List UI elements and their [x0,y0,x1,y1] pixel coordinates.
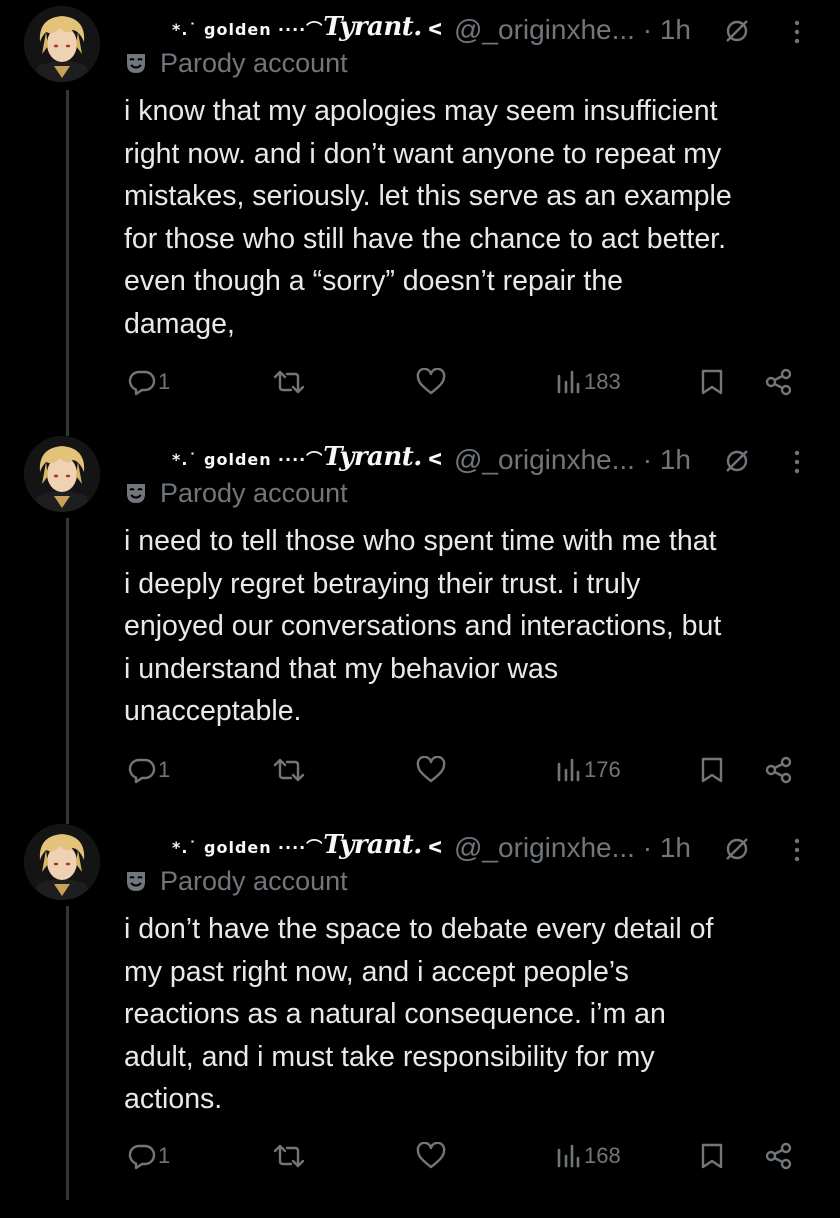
share-button[interactable] [764,362,794,402]
share-icon [765,368,792,396]
handle-time: @_originxhe... · 1h [454,444,692,475]
handle[interactable]: @_originxhe... [454,444,635,475]
retweet-icon [273,370,305,394]
views-button[interactable]: 183 [556,362,621,402]
display-name[interactable]: *.˙ golden ····⌒Tyrant. ᐸ [172,442,443,472]
bookmark-button[interactable] [700,750,724,790]
like-button[interactable] [416,362,446,402]
bookmark-button[interactable] [700,1136,724,1176]
bookmark-icon [701,757,723,783]
timestamp[interactable]: 1h [660,14,691,45]
tweet-text: i don’t have the space to debate every d… [124,913,714,1115]
parody-mask-icon [127,872,145,891]
avatar[interactable] [24,6,100,82]
more-icon[interactable] [792,20,802,44]
tweet[interactable]: *.˙ golden ····⌒Tyrant. ᐸ @_originxhe...… [0,430,840,830]
parody-mask-icon [127,484,145,503]
heart-icon [416,1142,446,1169]
display-name[interactable]: *.˙ golden ····⌒Tyrant. ᐸ [172,12,443,42]
more-icon[interactable] [792,838,802,862]
reply-count: 1 [158,757,171,782]
share-button[interactable] [764,750,794,790]
handle-time: @_originxhe... · 1h [454,832,692,863]
like-button[interactable] [416,750,446,790]
reply-button[interactable]: 1 [128,750,170,790]
tweet-header: *.˙ golden ····⌒Tyrant. ᐸ @_originxhe...… [124,8,824,48]
bookmark-icon [701,369,723,395]
retweet-button[interactable] [272,1136,306,1176]
retweet-button[interactable] [272,362,306,402]
reply-icon [128,1144,156,1170]
action-bar: 1 183 [124,362,814,402]
view-count: 168 [584,1143,621,1168]
reply-button[interactable]: 1 [128,362,170,402]
share-button[interactable] [764,1136,794,1176]
views-icon [557,370,580,394]
display-name[interactable]: *.˙ golden ····⌒Tyrant. ᐸ [172,830,443,860]
tweet-header: *.˙ golden ····⌒Tyrant. ᐸ @_originxhe...… [124,826,824,866]
views-button[interactable]: 176 [556,750,621,790]
mute-icon [726,838,748,860]
reply-icon [128,758,156,784]
retweet-button[interactable] [272,750,306,790]
parody-label: Parody account [124,48,348,82]
avatar[interactable] [24,436,100,512]
action-bar: 1 176 [124,750,814,790]
views-button[interactable]: 168 [556,1136,621,1176]
retweet-icon [273,758,305,782]
timestamp[interactable]: 1h [660,832,691,863]
handle[interactable]: @_originxhe... [454,832,635,863]
parody-label: Parody account [124,478,348,512]
like-button[interactable] [416,1136,446,1176]
handle[interactable]: @_originxhe... [454,14,635,45]
reply-icon [128,370,156,396]
tweet[interactable]: *.˙ golden ····⌒Tyrant. ᐸ @_originxhe...… [0,0,840,400]
mute-icon [726,450,748,472]
tweet-header: *.˙ golden ····⌒Tyrant. ᐸ @_originxhe...… [124,438,824,478]
bookmark-button[interactable] [700,362,724,402]
heart-icon [416,756,446,783]
reply-count: 1 [158,369,171,394]
share-icon [765,1142,792,1170]
bookmark-icon [701,1143,723,1169]
parody-label: Parody account [124,866,348,900]
heart-icon [416,368,446,395]
retweet-icon [273,1144,305,1168]
parody-mask-icon [127,54,145,73]
handle-time: @_originxhe... · 1h [454,14,692,45]
tweet-text: i know that my apologies may seem insuff… [124,95,732,340]
share-icon [765,756,792,784]
reply-count: 1 [158,1143,171,1168]
more-icon[interactable] [792,450,802,474]
timestamp[interactable]: 1h [660,444,691,475]
views-icon [557,1144,580,1168]
reply-button[interactable]: 1 [128,1136,170,1176]
mute-icon [726,20,748,42]
avatar[interactable] [24,824,100,900]
action-bar: 1 168 [124,1136,814,1176]
view-count: 176 [584,757,621,782]
tweet[interactable]: *.˙ golden ····⌒Tyrant. ᐸ @_originxhe...… [0,818,840,1218]
view-count: 183 [584,369,621,394]
tweet-text: i need to tell those who spent time with… [124,525,722,727]
views-icon [557,758,580,782]
